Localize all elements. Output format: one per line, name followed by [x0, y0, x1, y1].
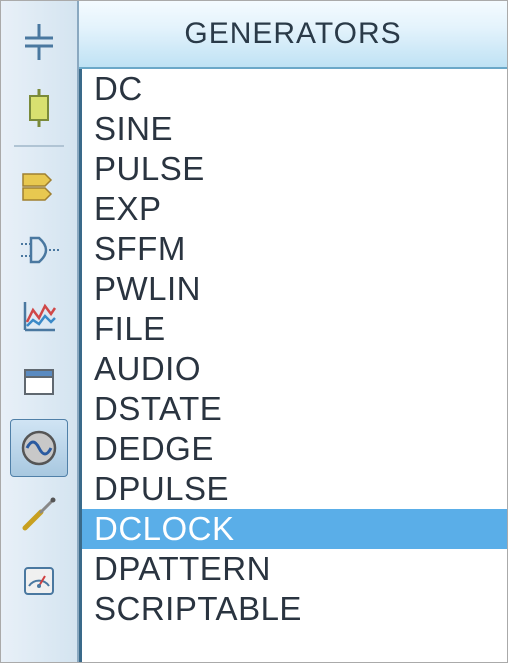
list-item[interactable]: DC — [82, 69, 507, 109]
window-mode-button[interactable] — [10, 353, 68, 411]
mode-toolbar — [1, 1, 79, 662]
meter-mode-button[interactable] — [10, 551, 68, 609]
graph-mode-button[interactable] — [10, 287, 68, 345]
graph-icon — [17, 294, 61, 338]
sine-generator-icon — [17, 426, 61, 470]
probe-icon — [17, 492, 61, 536]
terminal-icon — [17, 20, 61, 64]
list-item[interactable]: SFFM — [82, 229, 507, 269]
window-icon — [17, 360, 61, 404]
panel-title: GENERATORS — [79, 1, 507, 69]
list-item[interactable]: DCLOCK — [82, 509, 507, 549]
list-item[interactable]: DPULSE — [82, 469, 507, 509]
list-item[interactable]: DPATTERN — [82, 549, 507, 589]
generators-panel: GENERATORS DC SINE PULSE EXP SFFM PWLIN … — [79, 1, 507, 662]
list-item[interactable]: AUDIO — [82, 349, 507, 389]
list-item[interactable]: DEDGE — [82, 429, 507, 469]
list-item[interactable]: PULSE — [82, 149, 507, 189]
component-mode-button[interactable] — [10, 79, 68, 137]
list-item[interactable]: EXP — [82, 189, 507, 229]
list-item[interactable]: DSTATE — [82, 389, 507, 429]
app-container: GENERATORS DC SINE PULSE EXP SFFM PWLIN … — [0, 0, 508, 663]
gate-mode-button[interactable] — [10, 221, 68, 279]
list-item[interactable]: PWLIN — [82, 269, 507, 309]
selection-mode-button[interactable] — [10, 13, 68, 71]
generator-mode-button[interactable] — [10, 419, 68, 477]
meter-icon — [17, 558, 61, 602]
list-item[interactable]: FILE — [82, 309, 507, 349]
toolbar-separator — [14, 145, 64, 147]
list-item[interactable]: SINE — [82, 109, 507, 149]
probe-mode-button[interactable] — [10, 485, 68, 543]
component-icon — [17, 86, 61, 130]
list-item[interactable]: SCRIPTABLE — [82, 589, 507, 629]
label-mode-button[interactable] — [10, 155, 68, 213]
gate-icon — [17, 228, 61, 272]
generators-list[interactable]: DC SINE PULSE EXP SFFM PWLIN FILE AUDIO … — [79, 69, 507, 662]
label-icon — [17, 162, 61, 206]
